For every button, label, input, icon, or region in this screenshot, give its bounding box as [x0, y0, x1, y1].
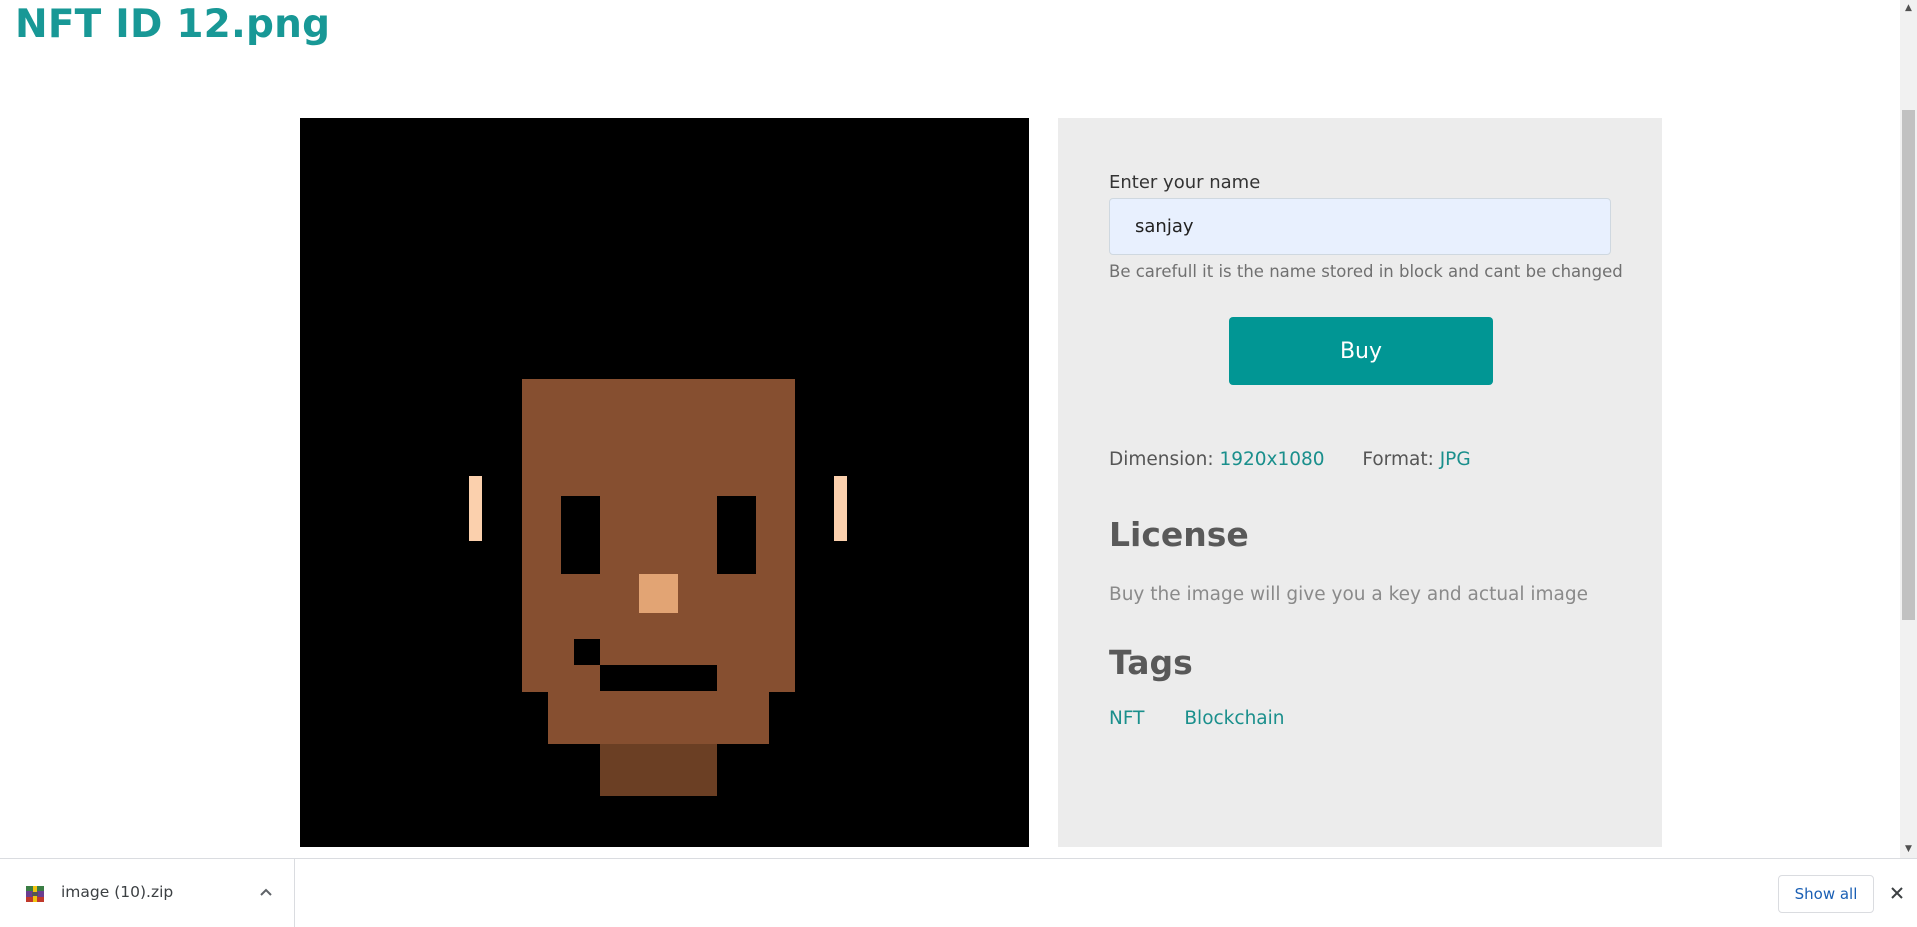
- name-help-text: Be carefull it is the name stored in blo…: [1109, 262, 1623, 281]
- buy-button[interactable]: Buy: [1229, 317, 1493, 385]
- page-title: NFT ID 12.png: [15, 2, 331, 47]
- page-scrollbar[interactable]: ▲ ▼: [1900, 0, 1917, 858]
- archive-icon: [26, 886, 44, 902]
- download-divider: [294, 859, 295, 927]
- scroll-down-arrow-icon[interactable]: ▼: [1900, 841, 1917, 858]
- tag-blockchain[interactable]: Blockchain: [1184, 708, 1284, 729]
- license-heading: License: [1109, 515, 1249, 554]
- scroll-thumb[interactable]: [1902, 110, 1915, 620]
- download-bar: image (10).zip Show all: [0, 858, 1917, 927]
- name-input[interactable]: [1109, 198, 1611, 255]
- name-field-label: Enter your name: [1109, 172, 1261, 193]
- nft-image: [300, 118, 1029, 847]
- format-label: Format:: [1362, 449, 1434, 470]
- close-icon[interactable]: [1887, 883, 1907, 903]
- license-text: Buy the image will give you a key and ac…: [1109, 584, 1589, 605]
- dimension-label: Dimension:: [1109, 449, 1214, 470]
- download-file-name[interactable]: image (10).zip: [61, 883, 173, 901]
- tag-nft[interactable]: NFT: [1109, 708, 1144, 729]
- show-all-button[interactable]: Show all: [1778, 875, 1874, 913]
- image-specs: Dimension: 1920x1080 Format: JPG: [1109, 449, 1471, 470]
- scroll-up-arrow-icon[interactable]: ▲: [1900, 0, 1917, 17]
- tags-heading: Tags: [1109, 643, 1193, 682]
- tag-list: NFT Blockchain: [1109, 708, 1319, 729]
- purchase-panel: Enter your name Be carefull it is the na…: [1058, 118, 1662, 847]
- chevron-up-icon[interactable]: [256, 882, 276, 902]
- dimension-value: 1920x1080: [1219, 449, 1325, 470]
- format-value: JPG: [1439, 449, 1471, 470]
- pixel-face-icon: [300, 118, 1029, 847]
